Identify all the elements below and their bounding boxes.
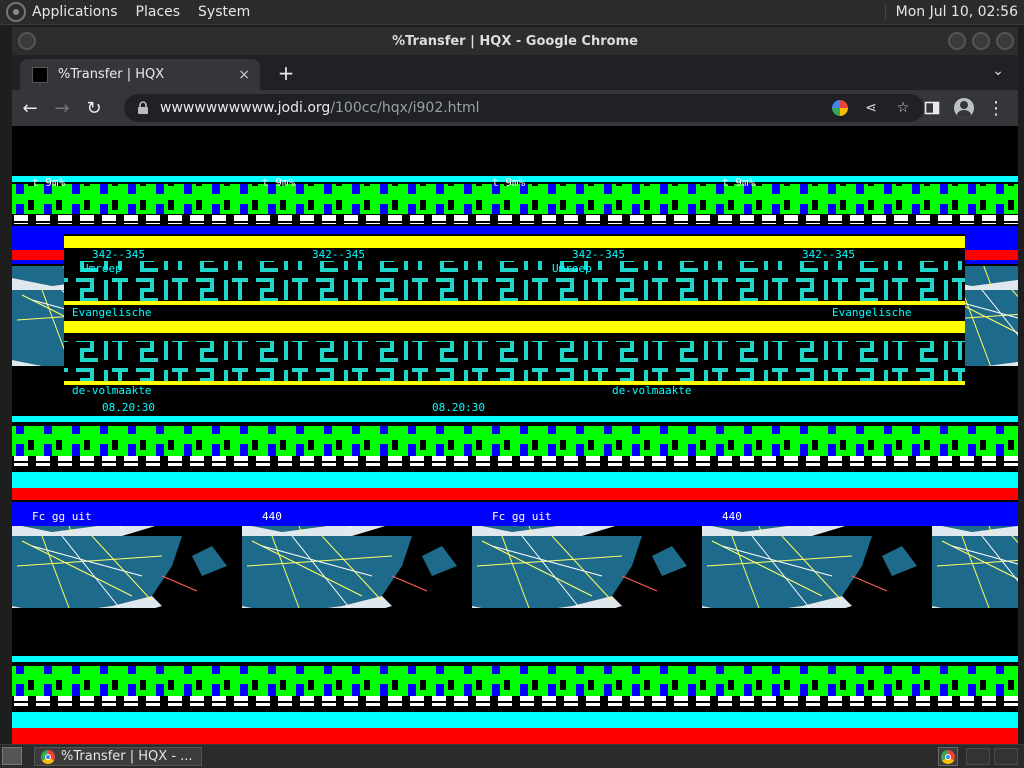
glitch-text-1: 342--345: [92, 248, 145, 261]
workspace-switcher-2[interactable]: [994, 748, 1018, 765]
reload-button[interactable]: ↻: [80, 94, 108, 122]
bottom-taskbar: %Transfer | HQX - ...: [0, 744, 1024, 768]
window-menu-button[interactable]: [18, 32, 36, 50]
url-host: wwwwwwwwww.jodi.org: [160, 100, 331, 116]
glitch-text-9: 08.20:30: [102, 401, 155, 414]
glitch-text-4: 342--345: [802, 248, 855, 261]
glitch-art-canvas: 342--345 342--345 342--345 342--345 Umro…: [12, 176, 1018, 744]
page-content[interactable]: 342--345 342--345 342--345 342--345 Umro…: [12, 126, 1018, 744]
tab-title: %Transfer | HQX: [58, 67, 165, 82]
more-menu-icon[interactable]: ⋮: [984, 96, 1008, 120]
glitch-text-19: Fc gg uit: [492, 510, 552, 523]
glitch-text-18: 440: [262, 510, 282, 523]
tab-close-icon[interactable]: ×: [238, 67, 250, 83]
taskbar-window-chrome[interactable]: %Transfer | HQX - ...: [34, 747, 202, 766]
glitch-text-16: t 9m%: [722, 176, 755, 189]
profile-avatar-icon[interactable]: [952, 96, 976, 120]
glitch-text-8: Evangelische: [832, 306, 911, 319]
tab-search-chevron-icon[interactable]: ⌄: [992, 63, 1004, 79]
glitch-text-12: de-volmaakte: [612, 384, 691, 397]
glitch-text-15: t 9m%: [492, 176, 525, 189]
window-titlebar[interactable]: %Transfer | HQX - Google Chrome: [12, 27, 1018, 55]
new-tab-button[interactable]: +: [274, 61, 298, 85]
window-title: %Transfer | HQX - Google Chrome: [392, 33, 638, 49]
url-path: /100cc/hqx/i902.html: [330, 100, 480, 116]
address-bar[interactable]: wwwwwwwwww.jodi.org/100cc/hqx/i902.html …: [124, 94, 924, 122]
url-text[interactable]: wwwwwwwwww.jodi.org/100cc/hqx/i902.html: [160, 100, 480, 116]
glitch-text-7: Evangelische: [72, 306, 151, 319]
glitch-text-3: 342--345: [572, 248, 625, 261]
page-favicon-icon: [32, 66, 48, 83]
browser-window: %Transfer | HQX - Google Chrome %Transfe…: [12, 27, 1018, 744]
tab-strip: %Transfer | HQX × + ⌄: [12, 55, 1018, 90]
forward-button[interactable]: →: [48, 94, 76, 122]
panel-clock[interactable]: Mon Jul 10, 02:56: [884, 4, 1018, 20]
menu-places[interactable]: Places: [136, 4, 181, 20]
glitch-text-20: 440: [722, 510, 742, 523]
menu-applications[interactable]: Applications: [32, 4, 118, 20]
glitch-text-13: t 9m%: [32, 176, 65, 189]
menu-system[interactable]: System: [198, 4, 250, 20]
tab-transfer-hqx[interactable]: %Transfer | HQX ×: [20, 59, 260, 90]
glitch-text-17: Fc gg uit: [32, 510, 92, 523]
bookmark-star-icon[interactable]: ☆: [894, 100, 912, 116]
minimize-button[interactable]: [948, 32, 966, 50]
glitch-text-14: t 9m%: [262, 176, 295, 189]
close-window-button[interactable]: [996, 32, 1014, 50]
glitch-text-10: 08.20:30: [432, 401, 485, 414]
tray-chrome-icon[interactable]: [938, 747, 958, 766]
distro-logo-icon[interactable]: [6, 2, 26, 22]
side-panel-icon[interactable]: [920, 96, 944, 120]
lock-icon[interactable]: [136, 101, 150, 115]
desktop-top-panel: Applications Places System Mon Jul 10, 0…: [0, 0, 1024, 25]
browser-toolbar: ← → ↻ wwwwwwwwww.jodi.org/100cc/hqx/i902…: [12, 90, 1018, 126]
glitch-band-bottom: [12, 656, 1018, 744]
glitch-text-6: Umroep: [552, 262, 592, 275]
share-icon[interactable]: ⋖: [862, 100, 880, 116]
chrome-icon: [41, 749, 55, 764]
maximize-button[interactable]: [972, 32, 990, 50]
glitch-text-11: de-volmaakte: [72, 384, 151, 397]
workspace-switcher-1[interactable]: [966, 748, 990, 765]
show-desktop-button[interactable]: [2, 747, 22, 765]
glitch-text-2: 342--345: [312, 248, 365, 261]
taskbar-window-title: %Transfer | HQX - ...: [61, 749, 193, 764]
back-button[interactable]: ←: [16, 94, 44, 122]
glitch-text-5: Umroep: [82, 262, 122, 275]
google-lens-icon[interactable]: [832, 100, 848, 116]
